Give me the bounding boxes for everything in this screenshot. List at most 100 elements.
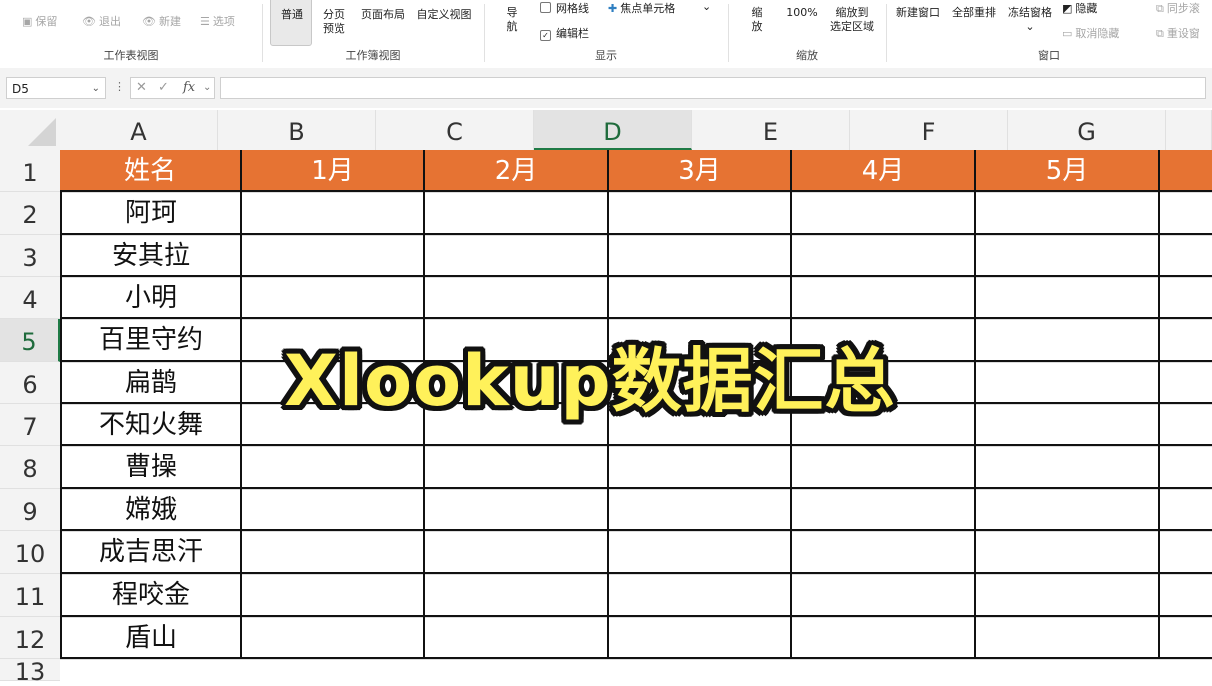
page-layout-button[interactable]: 页面布局 — [358, 8, 408, 22]
table-header-cell[interactable] — [1160, 150, 1212, 192]
month-value-cell[interactable] — [609, 192, 792, 235]
column-header-next[interactable] — [1166, 110, 1212, 150]
name-cell[interactable]: 小明 — [60, 277, 242, 319]
table-header-cell[interactable]: 5月 — [976, 150, 1160, 192]
row-header-2[interactable]: 2 — [0, 192, 60, 235]
column-header-f[interactable]: F — [850, 110, 1008, 150]
month-value-cell[interactable] — [242, 489, 425, 531]
name-cell[interactable]: 盾山 — [60, 617, 242, 659]
column-header-g[interactable]: G — [1008, 110, 1166, 150]
row-header-13[interactable]: 13 — [0, 659, 60, 685]
row-header-5[interactable]: 5 — [0, 319, 60, 362]
month-value-cell[interactable] — [425, 489, 609, 531]
table-header-cell[interactable]: 姓名 — [60, 150, 242, 192]
table-header-cell[interactable]: 2月 — [425, 150, 609, 192]
name-cell[interactable]: 扁鹊 — [60, 362, 242, 404]
page-break-preview-button[interactable]: 分页 预览 — [318, 8, 350, 36]
month-value-cell[interactable] — [425, 617, 609, 659]
month-value-cell[interactable] — [792, 235, 976, 277]
select-all-corner[interactable] — [0, 110, 60, 150]
column-header-b[interactable]: B — [218, 110, 376, 150]
focus-cell-button[interactable]: ✚ 焦点单元格 — [608, 0, 675, 16]
focus-cell-dropdown[interactable]: ⌄ — [702, 0, 711, 13]
month-value-cell[interactable] — [1160, 574, 1212, 617]
name-cell[interactable]: 百里守约 — [60, 319, 242, 362]
gridlines-checkbox[interactable]: 网格线 — [540, 0, 589, 16]
table-header-cell[interactable]: 3月 — [609, 150, 792, 192]
month-value-cell[interactable] — [1160, 192, 1212, 235]
row-header-9[interactable]: 9 — [0, 489, 60, 531]
column-header-d[interactable]: D — [534, 110, 692, 150]
month-value-cell[interactable] — [609, 277, 792, 319]
reset-window-position-button[interactable]: ⧉ 重设窗 — [1156, 25, 1200, 41]
name-cell[interactable]: 成吉思汗 — [60, 531, 242, 574]
month-value-cell[interactable] — [1160, 446, 1212, 489]
month-value-cell[interactable] — [976, 531, 1160, 574]
month-value-cell[interactable] — [425, 574, 609, 617]
formula-bar-checkbox[interactable]: ✓ 编辑栏 — [540, 25, 589, 41]
cancel-icon[interactable]: ✕ — [136, 78, 147, 98]
month-value-cell[interactable] — [425, 192, 609, 235]
new-window-button[interactable]: 新建窗口 — [892, 6, 944, 20]
custom-view-button[interactable]: 自定义视图 — [412, 8, 476, 22]
row-header-8[interactable]: 8 — [0, 446, 60, 489]
freeze-panes-button[interactable]: 冻结窗格 ⌄ — [1004, 6, 1056, 34]
name-cell[interactable]: 阿珂 — [60, 192, 242, 235]
month-value-cell[interactable] — [609, 446, 792, 489]
new-view-button[interactable]: 👁 新建 — [142, 13, 181, 29]
name-cell[interactable]: 安其拉 — [60, 235, 242, 277]
month-value-cell[interactable] — [1160, 362, 1212, 404]
name-cell[interactable]: 嫦娥 — [60, 489, 242, 531]
month-value-cell[interactable] — [242, 192, 425, 235]
month-value-cell[interactable] — [792, 617, 976, 659]
month-value-cell[interactable] — [1160, 489, 1212, 531]
month-value-cell[interactable] — [792, 277, 976, 319]
month-value-cell[interactable] — [976, 446, 1160, 489]
month-value-cell[interactable] — [609, 531, 792, 574]
zoom-to-selection-button[interactable]: 缩放到 选定区域 — [824, 6, 880, 34]
column-header-a[interactable]: A — [60, 110, 218, 150]
row-header-7[interactable]: 7 — [0, 404, 60, 446]
month-value-cell[interactable] — [425, 235, 609, 277]
row-header-11[interactable]: 11 — [0, 574, 60, 617]
arrange-all-button[interactable]: 全部重排 — [948, 6, 1000, 20]
month-value-cell[interactable] — [976, 489, 1160, 531]
name-cell[interactable]: 不知火舞 — [60, 404, 242, 446]
month-value-cell[interactable] — [976, 277, 1160, 319]
row-header-6[interactable]: 6 — [0, 362, 60, 404]
month-value-cell[interactable] — [609, 617, 792, 659]
month-value-cell[interactable] — [976, 319, 1160, 362]
month-value-cell[interactable] — [425, 446, 609, 489]
month-value-cell[interactable] — [976, 574, 1160, 617]
month-value-cell[interactable] — [425, 277, 609, 319]
month-value-cell[interactable] — [609, 235, 792, 277]
more-options-icon[interactable]: ⋮ — [114, 80, 125, 93]
enter-icon[interactable]: ✓ — [158, 78, 169, 98]
zoom-button[interactable]: 缩 放 — [748, 6, 766, 34]
row-header-10[interactable]: 10 — [0, 531, 60, 574]
row-header-1[interactable]: 1 — [0, 150, 60, 192]
month-value-cell[interactable] — [242, 574, 425, 617]
hide-window-button[interactable]: ◩ 隐藏 — [1062, 0, 1097, 16]
view-options-button[interactable]: ☰ 选项 — [200, 13, 235, 29]
month-value-cell[interactable] — [1160, 319, 1212, 362]
month-value-cell[interactable] — [242, 531, 425, 574]
month-value-cell[interactable] — [242, 617, 425, 659]
row-header-12[interactable]: 12 — [0, 617, 60, 659]
column-header-c[interactable]: C — [376, 110, 534, 150]
name-box[interactable]: D5 ⌄ — [6, 77, 106, 99]
formula-input[interactable] — [220, 77, 1206, 99]
sync-scroll-button[interactable]: ⧉ 同步滚 — [1156, 0, 1200, 16]
month-value-cell[interactable] — [792, 531, 976, 574]
insert-function-icon[interactable]: fx — [183, 78, 195, 98]
month-value-cell[interactable] — [609, 574, 792, 617]
name-cell[interactable]: 程咬金 — [60, 574, 242, 617]
month-value-cell[interactable] — [976, 362, 1160, 404]
row-header-4[interactable]: 4 — [0, 277, 60, 319]
month-value-cell[interactable] — [242, 235, 425, 277]
month-value-cell[interactable] — [242, 277, 425, 319]
table-header-cell[interactable]: 4月 — [792, 150, 976, 192]
table-header-cell[interactable]: 1月 — [242, 150, 425, 192]
month-value-cell[interactable] — [976, 617, 1160, 659]
zoom-100-button[interactable]: 100% — [784, 6, 820, 20]
